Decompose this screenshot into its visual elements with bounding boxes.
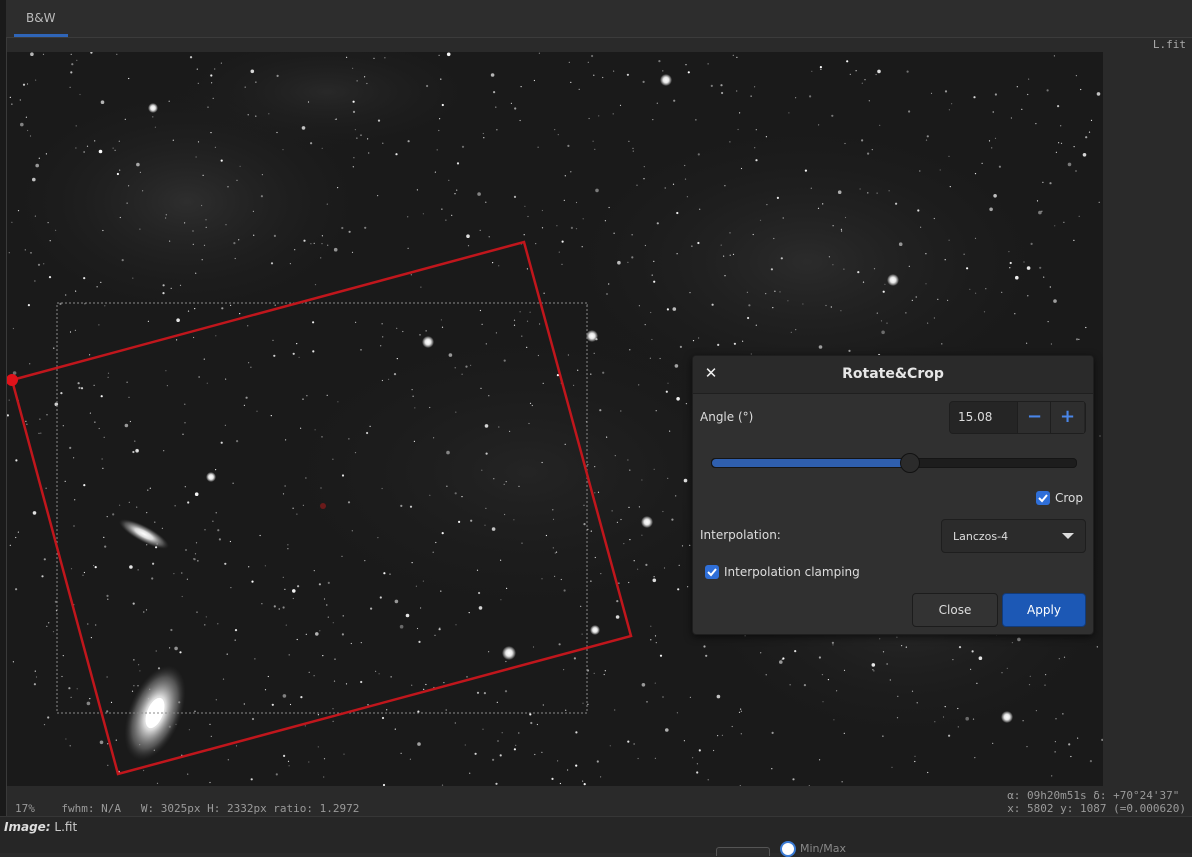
image-name-label: Image: L.fit — [4, 820, 77, 834]
status-bar: 17% fwhm: N/A W: 3025px H: 2332px ratio:… — [6, 789, 1192, 816]
angle-label: Angle (°) — [700, 410, 754, 424]
crop-checkbox[interactable] — [1036, 491, 1050, 505]
tab-bw[interactable]: B&W — [14, 0, 68, 37]
clamping-checkbox[interactable] — [705, 565, 719, 579]
apply-button[interactable]: Apply — [1002, 593, 1086, 627]
minmax-label: Min/Max — [800, 842, 846, 855]
image-info-bar: Image: L.fit Min/Max — [0, 816, 1192, 857]
minmax-option[interactable]: Min/Max — [780, 841, 846, 857]
dialog-title: Rotate&Crop — [842, 366, 944, 382]
tab-label: B&W — [26, 11, 56, 25]
minmax-radio-icon[interactable] — [780, 841, 796, 857]
angle-slider[interactable] — [711, 453, 1077, 473]
fwhm-readout: fwhm: N/A — [61, 802, 121, 815]
minus-icon[interactable]: − — [1017, 402, 1051, 433]
image-label-prefix: Image: — [4, 820, 51, 834]
world-coordinates: α: 09h20m51s δ: +70°24'37" — [1007, 789, 1180, 802]
crop-label: Crop — [1055, 491, 1084, 505]
interpolation-dropdown[interactable]: Lanczos-4 — [941, 519, 1086, 553]
image-filename: L.fit — [1152, 38, 1186, 51]
chevron-down-icon — [1062, 533, 1074, 539]
rotate-crop-dialog: ✕ Rotate&Crop Angle (°) 15.08 − + Crop I… — [692, 355, 1094, 635]
dialog-header: ✕ Rotate&Crop — [693, 356, 1093, 394]
check-icon — [707, 568, 717, 577]
left-panel-edge — [0, 0, 7, 852]
rotation-center-marker — [320, 503, 326, 509]
angle-slider-fill — [712, 459, 909, 467]
coordinate-readout: α: 09h20m51s δ: +70°24'37" x: 5802 y: 108… — [1007, 789, 1186, 815]
check-icon — [1038, 494, 1048, 503]
tab-bar: B&W — [6, 0, 1192, 38]
plus-icon[interactable]: + — [1050, 402, 1084, 433]
close-button[interactable]: Close — [912, 593, 998, 627]
angle-slider-handle[interactable] — [899, 453, 920, 473]
zoom-level: 17% — [15, 802, 35, 815]
interpolation-value: Lanczos-4 — [953, 530, 1009, 543]
active-tab-indicator — [14, 34, 68, 37]
interpolation-label: Interpolation: — [700, 528, 781, 542]
angle-spinbox[interactable]: 15.08 − + — [949, 401, 1086, 434]
angle-value[interactable]: 15.08 — [958, 410, 992, 424]
clamping-label: Interpolation clamping — [724, 565, 860, 579]
image-dimensions: W: 3025px H: 2332px ratio: 1.2972 — [140, 802, 360, 815]
status-left: 17% fwhm: N/A W: 3025px H: 2332px ratio:… — [15, 802, 359, 815]
image-name: L.fit — [54, 820, 78, 834]
pixel-coordinates: x: 5802 y: 1087 (=0.000620) — [1007, 802, 1186, 815]
